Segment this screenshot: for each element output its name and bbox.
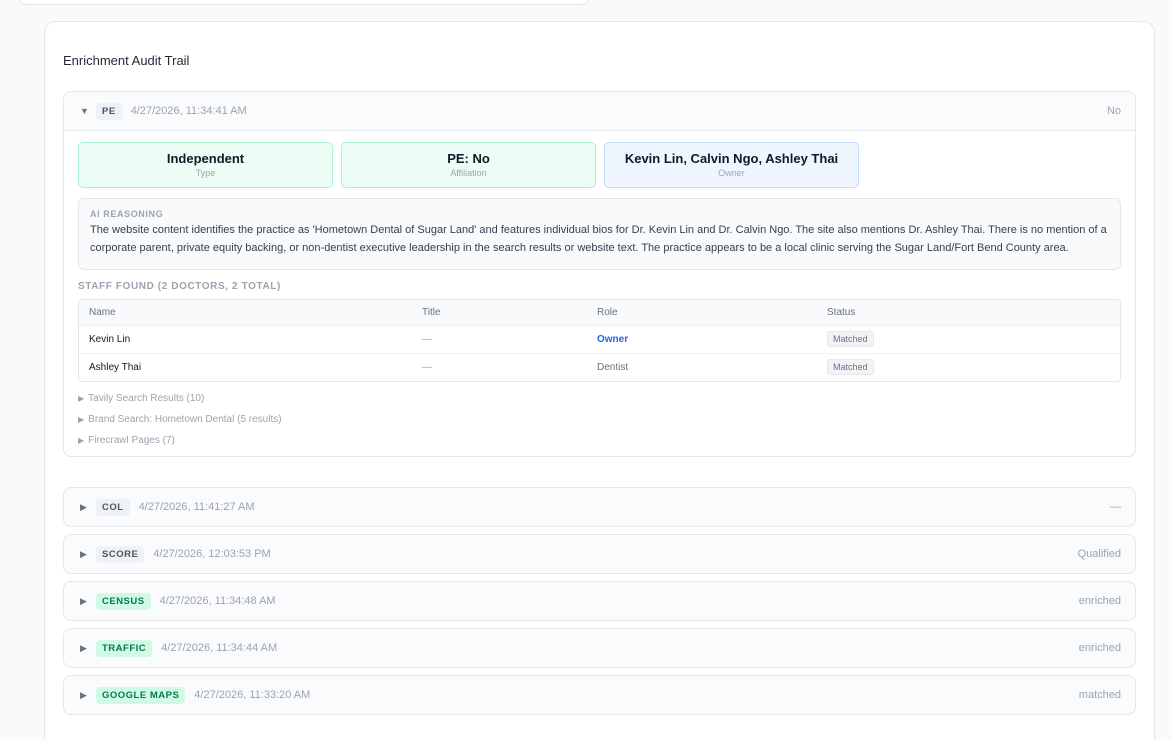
entry-timestamp: 4/27/2026, 11:34:48 AM [159, 595, 276, 607]
chevron-right-icon: ▶ [80, 689, 87, 700]
audit-entry-col: ▶ COL 4/27/2026, 11:41:27 AM — [63, 487, 1136, 527]
audit-entry-census: ▶ CENSUS 4/27/2026, 11:34:48 AM enriched [63, 581, 1136, 621]
summary-cards: Independent Type PE: No Affiliation Kevi… [78, 142, 1121, 188]
table-row: Kevin Lin — Owner Matched [79, 325, 1120, 353]
column-header-name: Name [89, 307, 116, 318]
previous-card [17, 0, 591, 5]
chevron-right-icon: ▶ [78, 394, 85, 403]
chevron-right-icon: ▶ [80, 548, 87, 559]
card-label: Owner [718, 168, 745, 178]
entry-timestamp: 4/27/2026, 11:33:20 AM [194, 689, 311, 701]
toggle-label: Tavily Search Results (10) [88, 393, 205, 404]
firecrawl-pages-toggle[interactable]: ▶ Firecrawl Pages (7) [78, 435, 1121, 446]
audit-entry-traffic: ▶ TRAFFIC 4/27/2026, 11:34:44 AM enriche… [63, 628, 1136, 668]
entry-tag: PE [96, 102, 122, 120]
tavily-results-toggle[interactable]: ▶ Tavily Search Results (10) [78, 393, 1121, 404]
entry-timestamp: 4/27/2026, 11:34:44 AM [161, 642, 278, 654]
audit-entry-score: ▶ SCORE 4/27/2026, 12:03:53 PM Qualified [63, 534, 1136, 574]
entry-value: — [1110, 501, 1121, 513]
entry-tag: COL [96, 498, 130, 516]
table-row: Ashley Thai — Dentist Matched [79, 353, 1120, 381]
toggle-label: Firecrawl Pages (7) [88, 435, 175, 446]
chevron-right-icon: ▶ [80, 595, 87, 606]
staff-role: Owner [597, 334, 629, 345]
entry-tag: CENSUS [96, 592, 151, 610]
owner-card: Kevin Lin, Calvin Ngo, Ashley Thai Owner [604, 142, 859, 188]
card-value: Kevin Lin, Calvin Ngo, Ashley Thai [624, 151, 839, 166]
chevron-right-icon: ▶ [80, 642, 87, 653]
enrichment-audit-panel: Enrichment Audit Trail ▼ PE 4/27/2026, 1… [44, 21, 1155, 740]
column-header-title: Title [422, 307, 441, 318]
chevron-right-icon: ▶ [78, 415, 85, 424]
entry-value: enriched [1078, 642, 1121, 654]
column-header-role: Role [597, 307, 618, 318]
staff-found-label: STAFF FOUND (2 DOCTORS, 2 TOTAL) [78, 281, 281, 292]
column-header-status: Status [827, 307, 856, 318]
entry-value: No [1106, 105, 1121, 117]
ai-reasoning-label: AI REASONING [90, 209, 164, 219]
entry-timestamp: 4/27/2026, 11:34:41 AM [130, 105, 247, 117]
type-card: Independent Type [78, 142, 333, 188]
staff-role: Dentist [597, 362, 629, 373]
entry-timestamp: 4/27/2026, 11:41:27 AM [138, 501, 255, 513]
card-value: Independent [166, 151, 245, 166]
chevron-right-icon: ▶ [80, 501, 87, 512]
audit-entry-header[interactable]: ▶ GOOGLE MAPS 4/27/2026, 11:33:20 AM mat… [64, 676, 1135, 714]
audit-entry-pe: ▼ PE 4/27/2026, 11:34:41 AM No Independe… [63, 91, 1136, 457]
affiliation-card: PE: No Affiliation [341, 142, 596, 188]
panel-title: Enrichment Audit Trail [63, 53, 190, 68]
entry-value: matched [1078, 689, 1121, 701]
audit-entry-header[interactable]: ▶ CENSUS 4/27/2026, 11:34:48 AM enriched [64, 582, 1135, 620]
audit-entry-google-maps: ▶ GOOGLE MAPS 4/27/2026, 11:33:20 AM mat… [63, 675, 1136, 715]
audit-entry-header[interactable]: ▶ TRAFFIC 4/27/2026, 11:34:44 AM enriche… [64, 629, 1135, 667]
staff-title: — [422, 362, 432, 373]
table-header-row: Name Title Role Status [79, 300, 1120, 325]
card-label: Affiliation [450, 168, 487, 178]
audit-entry-header[interactable]: ▼ PE 4/27/2026, 11:34:41 AM No [64, 92, 1135, 130]
staff-name: Ashley Thai [89, 362, 142, 373]
audit-entry-header[interactable]: ▶ COL 4/27/2026, 11:41:27 AM — [64, 488, 1135, 526]
card-label: Type [195, 168, 216, 178]
staff-name: Kevin Lin [89, 334, 131, 345]
status-badge: Matched [827, 331, 874, 347]
status-badge: Matched [827, 359, 874, 375]
entry-tag: SCORE [96, 545, 145, 563]
chevron-right-icon: ▶ [78, 436, 85, 445]
entry-timestamp: 4/27/2026, 12:03:53 PM [153, 548, 271, 560]
entry-value: enriched [1078, 595, 1121, 607]
ai-reasoning-box: AI REASONING The website content identif… [78, 198, 1121, 270]
audit-entry-body: Independent Type PE: No Affiliation Kevi… [64, 130, 1135, 456]
chevron-down-icon: ▼ [80, 106, 89, 116]
toggle-label: Brand Search: Hometown Dental (5 results… [88, 414, 282, 425]
staff-title: — [422, 334, 432, 345]
entry-value: Qualified [1077, 548, 1121, 560]
audit-entry-header[interactable]: ▶ SCORE 4/27/2026, 12:03:53 PM Qualified [64, 535, 1135, 573]
entry-tag: TRAFFIC [96, 639, 153, 657]
card-value: PE: No [447, 151, 490, 166]
ai-reasoning-text: The website content identifies the pract… [90, 224, 1107, 254]
entry-tag: GOOGLE MAPS [96, 686, 186, 704]
staff-table: Name Title Role Status Kevin Lin — Owner… [78, 299, 1121, 382]
brand-search-toggle[interactable]: ▶ Brand Search: Hometown Dental (5 result… [78, 414, 1121, 425]
